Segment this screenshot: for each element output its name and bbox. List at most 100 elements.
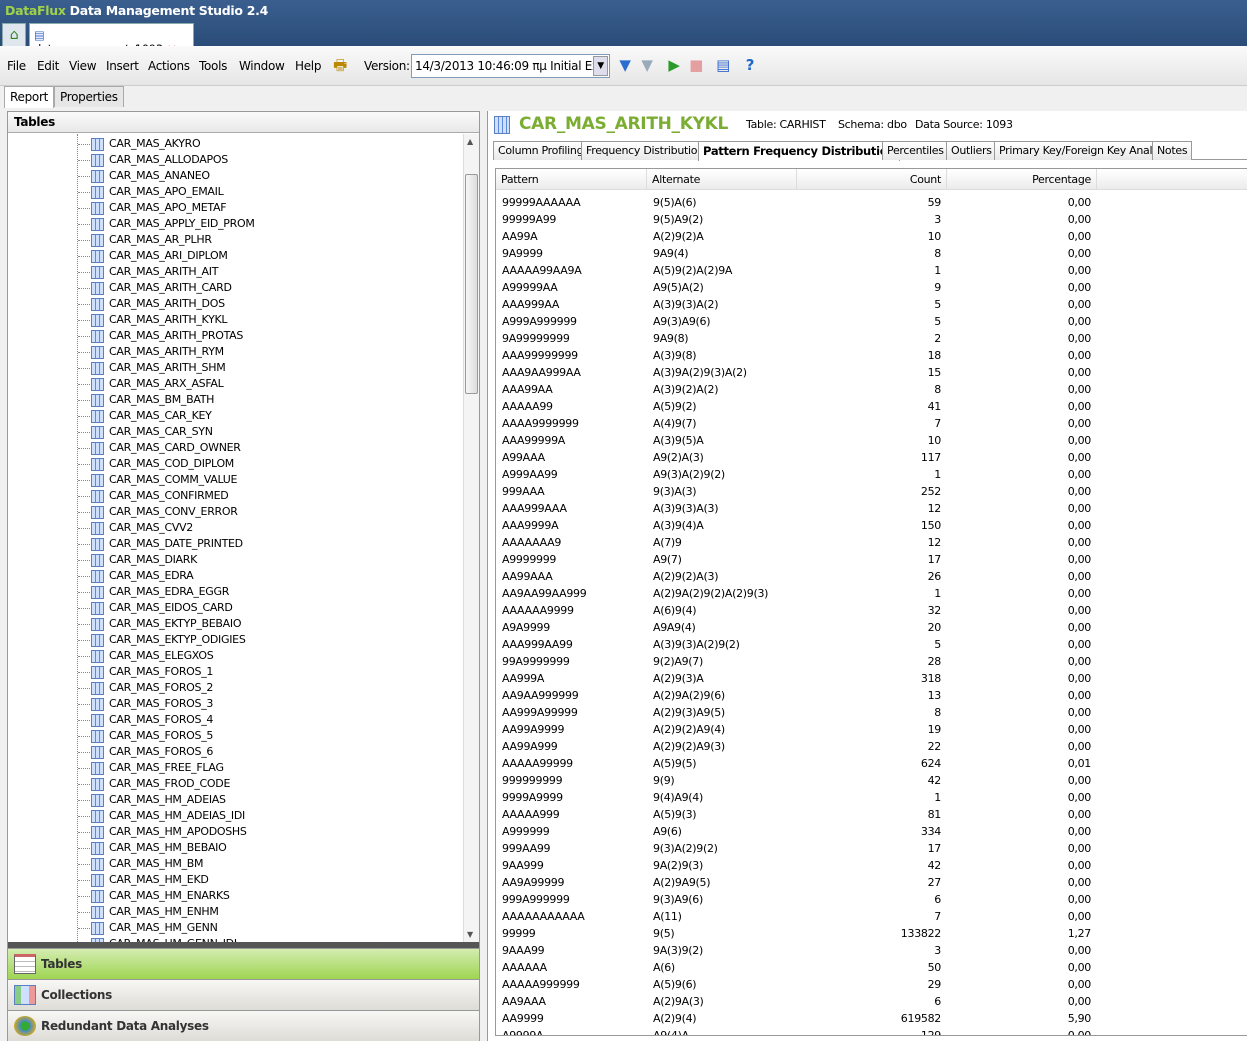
menu-view[interactable]: View (69, 59, 97, 73)
print-icon[interactable]: 🖶 (331, 56, 349, 74)
table-row[interactable]: A999A999999 A9(3)A9(6) 5 0,00 (496, 313, 1096, 330)
tree-item-table[interactable]: CAR_MAS_EKTYP_ODIGIES (78, 633, 246, 649)
home-tab[interactable]: ⌂ (2, 23, 26, 46)
tab-column-profiling[interactable]: Column Profiling (493, 141, 589, 160)
menu-actions[interactable]: Actions (148, 59, 190, 73)
tree-item-table[interactable]: CAR_MAS_HM_ENHM (78, 905, 219, 921)
table-row[interactable]: AAA99AA A(3)9(2)A(2) 8 0,00 (496, 381, 1096, 398)
report-icon[interactable]: ▤ (714, 56, 732, 74)
table-row[interactable]: AAA99999A A(3)9(5)A 10 0,00 (496, 432, 1096, 449)
table-row[interactable]: 999AA99 9(3)A(2)9(2) 17 0,00 (496, 840, 1096, 857)
tree-item-table[interactable]: CAR_MAS_APPLY_EID_PROM (78, 217, 255, 233)
stop-icon[interactable]: ■ (687, 56, 705, 74)
chevron-down-icon[interactable]: ▼ (593, 56, 608, 76)
tree-item-table[interactable]: CAR_MAS_AR_PLHR (78, 233, 212, 249)
table-row[interactable]: AA999A99999 A(2)9(3)A9(5) 8 0,00 (496, 704, 1096, 721)
tree-item-table[interactable]: CAR_MAS_FREE_FLAG (78, 761, 224, 777)
table-row[interactable]: AAAAAAA9 A(7)9 12 0,00 (496, 534, 1096, 551)
tree-item-table[interactable]: CAR_MAS_FOROS_4 (78, 713, 213, 729)
tree-item-table[interactable]: CAR_MAS_EIDOS_CARD (78, 601, 233, 617)
table-row[interactable]: A9999A A9(4)A 129 0,00 (496, 1027, 1096, 1035)
scroll-up-icon[interactable]: ▲ (467, 137, 473, 146)
table-row[interactable]: AAAAA99 A(5)9(2) 41 0,00 (496, 398, 1096, 415)
table-row[interactable]: AA99AAA A(2)9(2)A(3) 26 0,00 (496, 568, 1096, 585)
table-row[interactable]: AAA9AA999AA A(3)9A(2)9(3)A(2) 15 0,00 (496, 364, 1096, 381)
tab-properties[interactable]: Properties (54, 86, 124, 107)
menu-tools[interactable]: Tools (199, 59, 227, 73)
tab-pattern-frequency[interactable]: Pattern Frequency Distribution (698, 141, 901, 161)
table-row[interactable]: 9A99999999 9A9(8) 2 0,00 (496, 330, 1096, 347)
menu-help[interactable]: Help (295, 59, 321, 73)
table-row[interactable]: AAA999AA A(3)9(3)A(2) 5 0,00 (496, 296, 1096, 313)
table-row[interactable]: AA9A99999 A(2)9A9(5) 27 0,00 (496, 874, 1096, 891)
tree-item-table[interactable]: CAR_MAS_CAR_KEY (78, 409, 212, 425)
column-header-count[interactable]: Count (797, 169, 947, 190)
column-header-alternate[interactable]: Alternate (647, 169, 797, 190)
scrollbar-thumb[interactable] (465, 174, 478, 394)
tree-item-table[interactable]: CAR_MAS_ARITH_RYM (78, 345, 224, 361)
tree-item-table[interactable]: CAR_MAS_APO_EMAIL (78, 185, 224, 201)
tree-item-table[interactable]: CAR_MAS_COD_DIPLOM (78, 457, 234, 473)
table-row[interactable]: AAAAA999999 A(5)9(6) 29 0,00 (496, 976, 1096, 993)
clear-filter-icon[interactable]: ▼ (638, 56, 656, 74)
table-row[interactable]: 999A999999 9(3)A9(6) 6 0,00 (496, 891, 1096, 908)
filter-icon[interactable]: ▼ (616, 56, 634, 74)
table-row[interactable]: 99999A99 9(5)A9(2) 3 0,00 (496, 211, 1096, 228)
tab-percentiles[interactable]: Percentiles (882, 141, 949, 160)
table-row[interactable]: AA999A A(2)9(3)A 318 0,00 (496, 670, 1096, 687)
tree-item-table[interactable]: CAR_MAS_COMM_VALUE (78, 473, 238, 489)
tab-frequency-distribution[interactable]: Frequency Distribution (581, 141, 709, 160)
tab-report[interactable]: Report (4, 86, 54, 108)
table-row[interactable]: 9999A9999 9(4)A9(4) 1 0,00 (496, 789, 1096, 806)
menu-window[interactable]: Window (239, 59, 285, 73)
tree-item-table[interactable]: CAR_MAS_FOROS_1 (78, 665, 213, 681)
nav-redundant-button[interactable]: Redundant Data Analyses (8, 1010, 479, 1041)
tree-item-table[interactable]: CAR_MAS_FOROS_6 (78, 745, 213, 761)
tree-item-table[interactable]: CAR_MAS_CONFIRMED (78, 489, 229, 505)
run-icon[interactable]: ▶ (665, 56, 683, 74)
tree-item-table[interactable]: CAR_MAS_CONV_ERROR (78, 505, 238, 521)
tree-item-table[interactable]: CAR_MAS_EDRA_EGGR (78, 585, 229, 601)
tree-item-table[interactable]: CAR_MAS_DATE_PRINTED (78, 537, 243, 553)
tree-item-table[interactable]: CAR_MAS_HM_BM (78, 857, 204, 873)
tree-item-table[interactable]: CAR_MAS_FOROS_3 (78, 697, 213, 713)
table-row[interactable]: 999AAA 9(3)A(3) 252 0,00 (496, 483, 1096, 500)
table-row[interactable]: A9A9999 A9A9(4) 20 0,00 (496, 619, 1096, 636)
table-row[interactable]: AAAAA999 A(5)9(3) 81 0,00 (496, 806, 1096, 823)
table-row[interactable]: 999999999 9(9) 42 0,00 (496, 772, 1096, 789)
tree-item-table[interactable]: CAR_MAS_EKTYP_BEBAIO (78, 617, 242, 633)
tree-item-table[interactable]: CAR_MAS_FOROS_5 (78, 729, 213, 745)
table-row[interactable]: 9AA999 9A(2)9(3) 42 0,00 (496, 857, 1096, 874)
table-row[interactable]: AAAAA99999 A(5)9(5) 624 0,01 (496, 755, 1096, 772)
tree-item-table[interactable]: CAR_MAS_BM_BATH (78, 393, 214, 409)
tree-item-table[interactable]: CAR_MAS_HM_APODOSHS (78, 825, 247, 841)
column-header-pattern[interactable]: Pattern (496, 169, 647, 190)
tree-item-table[interactable]: CAR_MAS_ARITH_PROTAS (78, 329, 243, 345)
table-row[interactable]: 99999AAAAAA 9(5)A(6) 59 0,00 (496, 194, 1096, 211)
tree-item-table[interactable]: CAR_MAS_DIARK (78, 553, 197, 569)
tree-item-table[interactable]: CAR_MAS_FOROS_2 (78, 681, 213, 697)
document-tab[interactable]: ▤ data_assessment_1093✕ (29, 23, 194, 56)
tree-item-table[interactable]: CAR_MAS_HM_ADEIAS_IDI (78, 809, 245, 825)
table-row[interactable]: 9A9999 9A9(4) 8 0,00 (496, 245, 1096, 262)
table-row[interactable]: AA9AAA A(2)9A(3) 6 0,00 (496, 993, 1096, 1010)
table-row[interactable]: AAAAA99AA9A A(5)9(2)A(2)9A 1 0,00 (496, 262, 1096, 279)
tree-item-table[interactable]: CAR_MAS_ARX_ASFAL (78, 377, 224, 393)
tree-item-table[interactable]: CAR_MAS_ARITH_KYKL (78, 313, 228, 329)
table-row[interactable]: AAA99999999 A(3)9(8) 18 0,00 (496, 347, 1096, 364)
tree-item-table[interactable]: CAR_MAS_CARD_OWNER (78, 441, 241, 457)
table-row[interactable]: AAA999AAA A(3)9(3)A(3) 12 0,00 (496, 500, 1096, 517)
table-row[interactable]: AAAAAA9999 A(6)9(4) 32 0,00 (496, 602, 1096, 619)
table-row[interactable]: AA9AA999999 A(2)9A(2)9(6) 13 0,00 (496, 687, 1096, 704)
menu-edit[interactable]: Edit (37, 59, 59, 73)
table-row[interactable]: AAA9999A A(3)9(4)A 150 0,00 (496, 517, 1096, 534)
table-row[interactable]: A99AAA A9(2)A(3) 117 0,00 (496, 449, 1096, 466)
menu-insert[interactable]: Insert (106, 59, 139, 73)
table-row[interactable]: AA99A A(2)9(2)A 10 0,00 (496, 228, 1096, 245)
table-row[interactable]: AAAA9999999 A(4)9(7) 7 0,00 (496, 415, 1096, 432)
tree-item-table[interactable]: CAR_MAS_APO_METAF (78, 201, 227, 217)
tree-item-table[interactable]: CAR_MAS_HM_ENARKS (78, 889, 230, 905)
tree-item-table[interactable]: CAR_MAS_ARITH_AIT (78, 265, 218, 281)
table-row[interactable]: A9999999 A9(7) 17 0,00 (496, 551, 1096, 568)
table-row[interactable]: AAAAAA A(6) 50 0,00 (496, 959, 1096, 976)
